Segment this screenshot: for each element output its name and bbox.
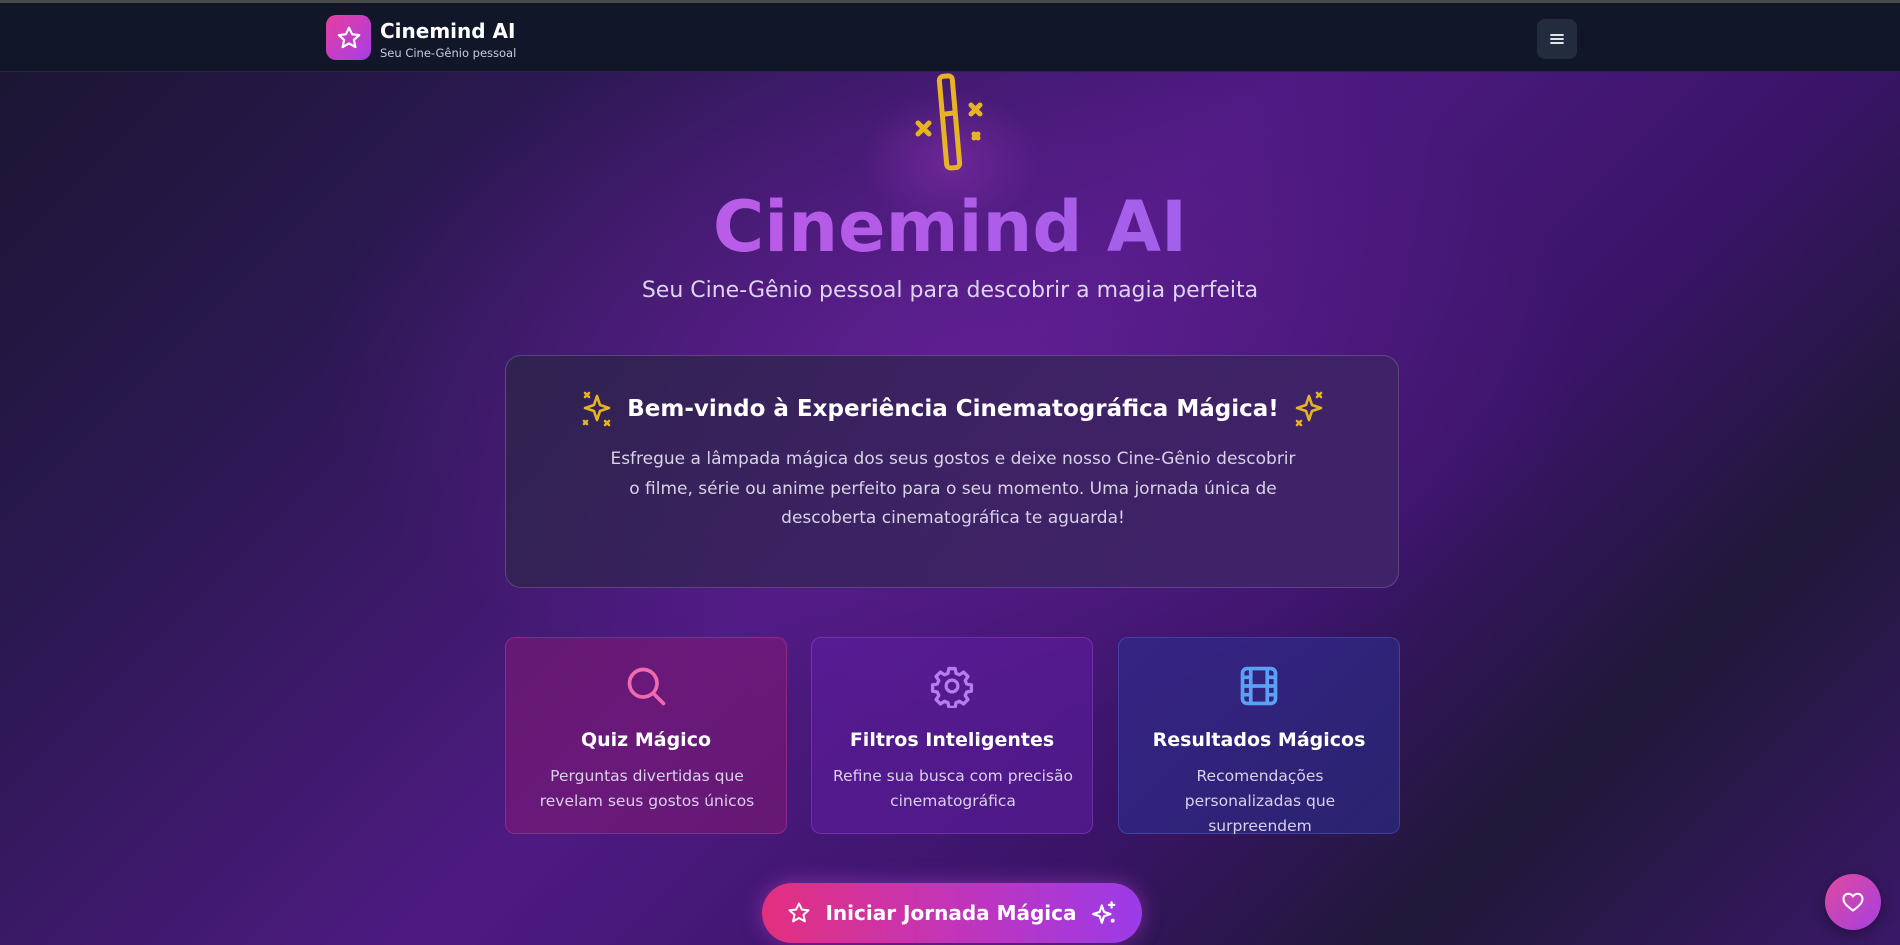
hero-title: Cinemind AI — [0, 184, 1900, 270]
feature-icon-wrap — [1119, 664, 1399, 710]
feature-description: Refine sua busca com precisão cinematogr… — [833, 767, 1073, 810]
start-journey-button[interactable]: Iniciar Jornada Mágica — [762, 883, 1142, 943]
feature-card-filters[interactable]: Filtros Inteligentes Refine sua busca co… — [811, 637, 1093, 834]
welcome-title: Bem-vindo à Experiência Cinematográfica … — [627, 396, 1279, 422]
feature-icon-wrap — [506, 664, 786, 710]
start-journey-label: Iniciar Jornada Mágica — [825, 901, 1077, 925]
heart-icon — [1842, 892, 1864, 912]
feature-title: Quiz Mágico — [580, 729, 712, 751]
feature-card-quiz[interactable]: Quiz Mágico Perguntas divertidas que rev… — [505, 637, 787, 834]
feature-description: Perguntas divertidas que revelam seus go… — [539, 767, 755, 810]
feature-title: Filtros Inteligentes — [849, 729, 1055, 751]
feature-card-results[interactable]: Resultados Mágicos Recomendações persona… — [1118, 637, 1400, 835]
gear-icon — [930, 666, 974, 708]
star-icon — [788, 902, 810, 923]
menu-button[interactable] — [1537, 19, 1577, 59]
welcome-heading: Bem-vindo à Experiência Cinematográfica … — [506, 390, 1400, 428]
favorites-button[interactable] — [1825, 874, 1881, 930]
feature-icon-wrap — [812, 664, 1092, 710]
hamburger-menu-icon — [1550, 34, 1564, 44]
sparkles-icon — [1295, 391, 1323, 427]
top-navbar: Cinemind AI Seu Cine-Gênio pessoal — [0, 3, 1900, 72]
feature-description: Recomendações personalizadas que surpree… — [1184, 767, 1336, 835]
film-icon — [1240, 666, 1278, 706]
brand-subtitle: Seu Cine-Gênio pessoal — [380, 46, 517, 60]
feature-title: Resultados Mágicos — [1152, 729, 1366, 751]
star-icon — [337, 26, 360, 48]
welcome-text: Esfregue a lâmpada mágica dos seus gosto… — [610, 449, 1296, 528]
hero-subtitle: Seu Cine-Gênio pessoal para descobrir a … — [641, 278, 1259, 303]
sparkles-icon — [1091, 901, 1115, 924]
magic-wand-icon — [915, 73, 983, 171]
search-icon — [627, 667, 666, 706]
brand-title[interactable]: Cinemind AI — [380, 19, 515, 43]
sparkles-icon — [582, 391, 611, 427]
welcome-card: Bem-vindo à Experiência Cinematográfica … — [505, 355, 1399, 588]
logo[interactable] — [326, 15, 371, 60]
